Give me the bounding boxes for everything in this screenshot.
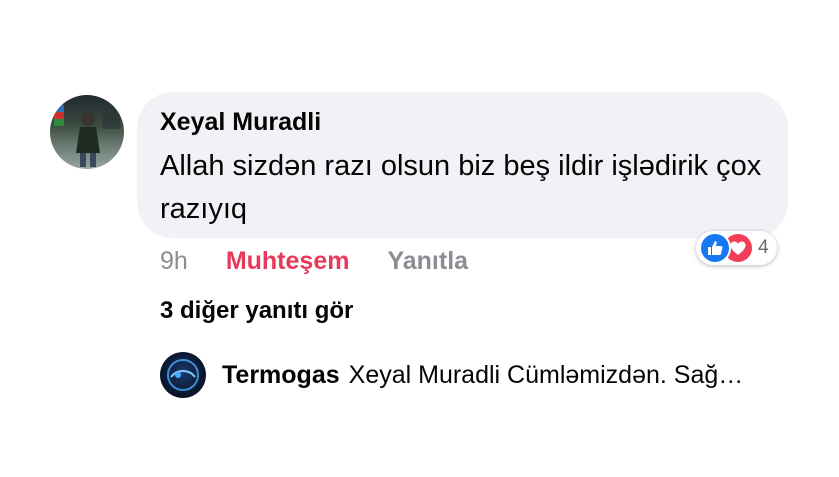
reply-preview[interactable]: Termogas Xeyal Muradli Cümləmizdən. Sağ… <box>160 352 800 398</box>
reaction-button[interactable]: Muhteşem <box>226 247 350 276</box>
like-icon <box>699 232 731 264</box>
reply-author-avatar[interactable] <box>160 352 206 398</box>
reply-button[interactable]: Yanıtla <box>387 247 468 276</box>
comment-author[interactable]: Xeyal Muradli <box>160 108 321 137</box>
comment-actions: 9h Muhteşem Yanıtla <box>160 243 468 279</box>
commenter-avatar[interactable] <box>50 95 124 169</box>
reply-snippet: Xeyal Muradli Cümləmizdən. Sağ… <box>348 360 744 389</box>
reaction-count: 4 <box>758 237 769 258</box>
comment-text: Allah sizdən razı olsun biz beş ildir iş… <box>160 150 762 225</box>
comment-timestamp[interactable]: 9h <box>160 247 188 276</box>
reply-author[interactable]: Termogas <box>222 361 340 390</box>
view-more-replies-link[interactable]: 3 diğer yanıtı gör <box>160 297 353 325</box>
reaction-summary[interactable]: 4 <box>696 231 777 265</box>
